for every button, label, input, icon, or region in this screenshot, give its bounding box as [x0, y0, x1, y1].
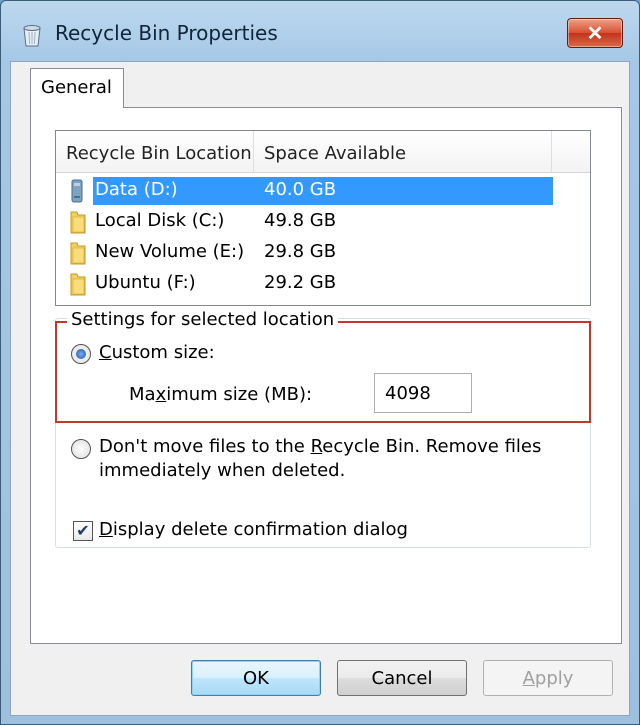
dont-move-files-radio[interactable]: [71, 439, 91, 459]
max-size-input[interactable]: [374, 373, 472, 413]
custom-size-label[interactable]: Custom size:: [99, 342, 215, 363]
title-bar[interactable]: Recycle Bin Properties ✕: [1, 1, 639, 61]
highlight-annotation-box: Settings for selected location: [55, 309, 591, 423]
dont-move-files-label-line1[interactable]: Don't move files to the Recycle Bin. Rem…: [99, 436, 541, 457]
folder-icon: [66, 271, 90, 297]
window-title: Recycle Bin Properties: [55, 21, 278, 45]
cancel-button[interactable]: Cancel: [337, 660, 467, 696]
space-available: 29.8 GB: [264, 241, 337, 262]
space-available: 29.2 GB: [264, 272, 337, 293]
column-header-filler: [552, 131, 590, 173]
ok-button[interactable]: OK: [191, 660, 321, 696]
location-name: New Volume (E:): [95, 241, 245, 262]
group-title: Settings for selected location: [67, 309, 339, 330]
custom-size-radio[interactable]: [71, 344, 91, 364]
accelerator-key: x: [155, 384, 167, 405]
location-name: Data (D:): [95, 179, 178, 200]
accelerator-key: R: [310, 436, 323, 457]
label-part: Ma: [129, 384, 156, 405]
tab-general[interactable]: General: [30, 68, 124, 108]
close-icon: ✕: [586, 22, 604, 45]
label-part: imum size (MB):: [166, 384, 313, 405]
general-tab-panel: Recycle Bin Location Space Available Dat…: [30, 107, 622, 644]
display-confirmation-label[interactable]: Display delete confirmation dialog: [99, 519, 408, 540]
folder-icon: [66, 240, 90, 266]
list-header: Recycle Bin Location Space Available: [56, 131, 590, 173]
location-name: Local Disk (C:): [95, 210, 225, 231]
label-part: Don't move files to the: [99, 436, 311, 457]
list-item[interactable]: Local Disk (C:) 49.8 GB: [56, 206, 590, 237]
label-part: ecycle Bin. Remove files: [322, 436, 542, 457]
network-drive-icon: [66, 178, 90, 204]
column-header-space[interactable]: Space Available: [254, 131, 552, 173]
label-part: isplay delete confirmation dialog: [112, 519, 408, 540]
apply-button[interactable]: Apply: [483, 660, 613, 696]
recycle-bin-icon: [21, 23, 43, 47]
display-confirmation-checkbox[interactable]: ✔: [73, 521, 93, 541]
accelerator-key: C: [99, 342, 112, 363]
column-header-location[interactable]: Recycle Bin Location: [56, 131, 254, 173]
list-item[interactable]: New Volume (E:) 29.8 GB: [56, 237, 590, 268]
list-rows: Data (D:) 40.0 GB Local Disk (C:) 49.8 G…: [56, 175, 590, 299]
label-part: ustom size:: [111, 342, 215, 363]
checkmark-icon: ✔: [76, 521, 90, 540]
folder-icon: [66, 209, 90, 235]
location-name: Ubuntu (F:): [95, 272, 196, 293]
space-available: 40.0 GB: [264, 179, 337, 200]
list-item[interactable]: Data (D:) 40.0 GB: [56, 175, 590, 206]
button-label-part: pply: [534, 667, 574, 689]
space-available: 49.8 GB: [264, 210, 337, 231]
dont-move-files-label-line2[interactable]: immediately when deleted.: [99, 460, 345, 481]
close-button[interactable]: ✕: [567, 18, 623, 48]
dialog-client-area: General Recycle Bin Location Space Avail…: [10, 61, 630, 716]
dialog-window: Recycle Bin Properties ✕ General Recycle…: [0, 0, 640, 725]
accelerator-key: D: [99, 519, 113, 540]
accelerator-key: A: [522, 667, 535, 689]
recycle-bin-location-list[interactable]: Recycle Bin Location Space Available Dat…: [55, 130, 591, 306]
list-item[interactable]: Ubuntu (F:) 29.2 GB: [56, 268, 590, 299]
max-size-label: Maximum size (MB):: [129, 384, 312, 405]
